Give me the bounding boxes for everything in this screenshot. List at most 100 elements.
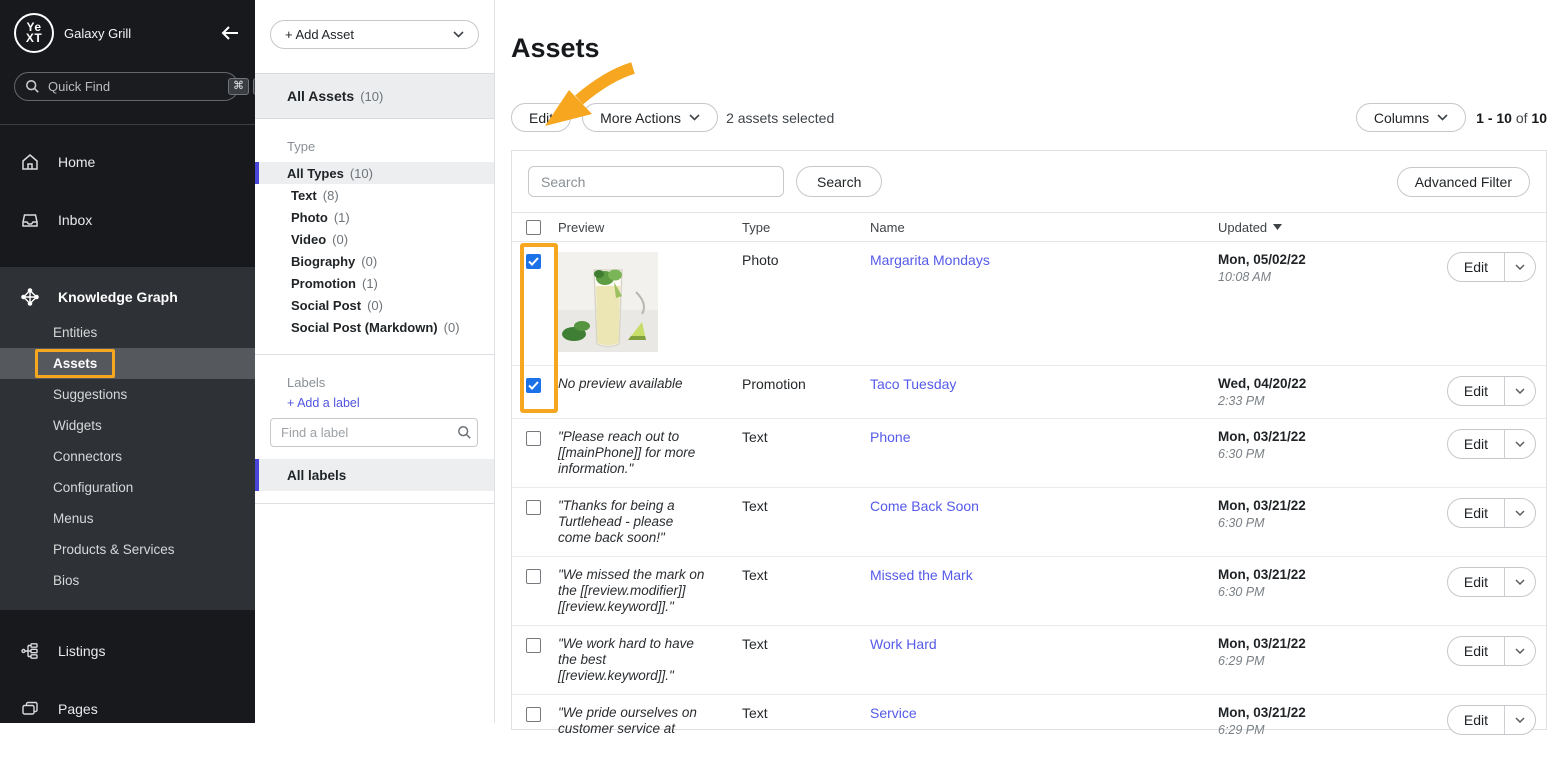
row-edit-split-button: Edit [1447,252,1536,282]
row-checkbox[interactable] [526,569,541,584]
sidebar-item-entities[interactable]: Entities [0,317,255,348]
row-checkbox[interactable] [526,431,541,446]
find-label-box[interactable] [270,418,478,447]
row-edit-button[interactable]: Edit [1448,706,1505,734]
edit-button[interactable]: Edit [511,103,571,132]
collapse-sidebar-arrow-icon[interactable] [219,22,241,44]
row-checkbox[interactable] [526,638,541,653]
row-edit-caret-button[interactable] [1505,430,1535,458]
row-edit-split-button: Edit [1447,376,1536,406]
row-edit-button[interactable]: Edit [1448,568,1505,596]
row-edit-caret-button[interactable] [1505,499,1535,527]
sidebar-item-label: Connectors [53,449,122,464]
search-icon [25,79,40,94]
type-count: (0) [367,298,383,313]
updated-time: 6:30 PM [1218,516,1440,530]
sidebar-item-inbox[interactable]: Inbox [0,191,255,249]
columns-button[interactable]: Columns [1356,103,1466,132]
asset-name-link[interactable]: Missed the Mark [870,567,973,583]
type-filter-biography[interactable]: Biography (0) [255,250,494,272]
sidebar-item-home[interactable]: Home [0,133,255,191]
select-all-checkbox[interactable] [526,220,541,235]
type-filter-video[interactable]: Video (0) [255,228,494,250]
asset-name-link[interactable]: Work Hard [870,636,937,652]
sidebar-item-label: Bios [53,573,79,588]
asset-preview-text: "Please reach out to [[mainPhone]] for m… [558,429,710,477]
asset-name-link[interactable]: Come Back Soon [870,498,979,514]
row-edit-caret-button[interactable] [1505,706,1535,734]
asset-preview-text: No preview available [558,376,710,392]
yext-logo-icon[interactable]: Ye XT [14,13,54,53]
quick-find-input[interactable] [48,79,224,94]
asset-type: Photo [742,252,870,268]
search-icon [457,425,472,440]
row-checkbox[interactable] [526,500,541,515]
table-row: "We missed the mark on the [[review.modi… [512,557,1546,626]
table-header-row: Preview Type Name Updated [512,212,1546,242]
toolbar: Edit More Actions 2 assets selected Colu… [511,103,1547,132]
row-edit-button[interactable]: Edit [1448,637,1505,665]
row-edit-caret-button[interactable] [1505,568,1535,596]
sidebar-item-pages[interactable]: Pages [0,680,255,738]
column-header-updated[interactable]: Updated [1218,220,1440,235]
table-search-button[interactable]: Search [796,166,882,197]
assets-active-highlight-box: Assets [35,349,115,378]
sidebar-item-connectors[interactable]: Connectors [0,441,255,472]
type-section-title: Type [255,119,494,162]
sidebar-item-listings[interactable]: Listings [0,622,255,680]
type-filter-social-post[interactable]: Social Post (0) [255,294,494,316]
row-edit-caret-button[interactable] [1505,253,1535,281]
pagination-total: 10 [1531,110,1547,126]
asset-name-link[interactable]: Service [870,705,917,721]
type-filter-text[interactable]: Text (8) [255,184,494,206]
chevron-down-icon [453,31,464,38]
advanced-filter-button[interactable]: Advanced Filter [1397,167,1530,197]
type-filter-photo[interactable]: Photo (1) [255,206,494,228]
sidebar-item-menus[interactable]: Menus [0,503,255,534]
type-filter-promotion[interactable]: Promotion (1) [255,272,494,294]
row-edit-split-button: Edit [1447,429,1536,459]
advanced-filter-label: Advanced Filter [1415,174,1512,190]
row-checkbox[interactable] [526,707,541,722]
row-checkbox[interactable] [526,378,541,393]
quick-find[interactable]: ⌘ K [14,72,239,101]
pagination-range: 1 - 10 [1476,110,1512,126]
sidebar-item-label: Entities [53,325,97,340]
column-header-preview: Preview [558,220,742,235]
updated-time: 6:30 PM [1218,585,1440,599]
sidebar-item-widgets[interactable]: Widgets [0,410,255,441]
sidebar-item-bios[interactable]: Bios [0,565,255,596]
table-search-row: Search Advanced Filter [512,151,1546,212]
asset-name-link[interactable]: Taco Tuesday [870,376,956,392]
more-actions-label: More Actions [600,110,681,126]
row-edit-button[interactable]: Edit [1448,430,1505,458]
filter-all-labels[interactable]: All labels [255,459,494,491]
row-edit-caret-button[interactable] [1505,637,1535,665]
more-actions-button[interactable]: More Actions [582,103,718,132]
row-edit-button[interactable]: Edit [1448,377,1505,405]
updated-date: Mon, 03/21/22 [1218,705,1440,720]
sidebar-item-assets[interactable]: Assets [0,348,255,379]
asset-name-link[interactable]: Margarita Mondays [870,252,990,268]
row-checkbox[interactable] [526,254,541,269]
type-filter-social-post-markdown[interactable]: Social Post (Markdown) (0) [255,316,494,338]
row-edit-button[interactable]: Edit [1448,499,1505,527]
sidebar-item-knowledge-graph[interactable]: Knowledge Graph [0,279,255,317]
sidebar-item-suggestions[interactable]: Suggestions [0,379,255,410]
table-search-input[interactable] [528,166,784,197]
sidebar-item-label: Assets [53,356,97,371]
filter-all-assets[interactable]: All Assets (10) [255,73,494,119]
sidebar-header: Ye XT Galaxy Grill [0,0,255,62]
updated-time: 6:29 PM [1218,654,1440,668]
updated-date: Mon, 03/21/22 [1218,498,1440,513]
find-label-input[interactable] [281,425,457,440]
add-label-link[interactable]: + Add a label [255,394,494,418]
row-edit-caret-button[interactable] [1505,377,1535,405]
type-filter-all-types[interactable]: All Types (10) [255,162,494,184]
row-edit-button[interactable]: Edit [1448,253,1505,281]
sidebar-item-configuration[interactable]: Configuration [0,472,255,503]
add-asset-button[interactable]: + Add Asset [270,20,479,49]
asset-name-link[interactable]: Phone [870,429,910,445]
updated-header-label: Updated [1218,220,1267,235]
sidebar-item-products-services[interactable]: Products & Services [0,534,255,565]
